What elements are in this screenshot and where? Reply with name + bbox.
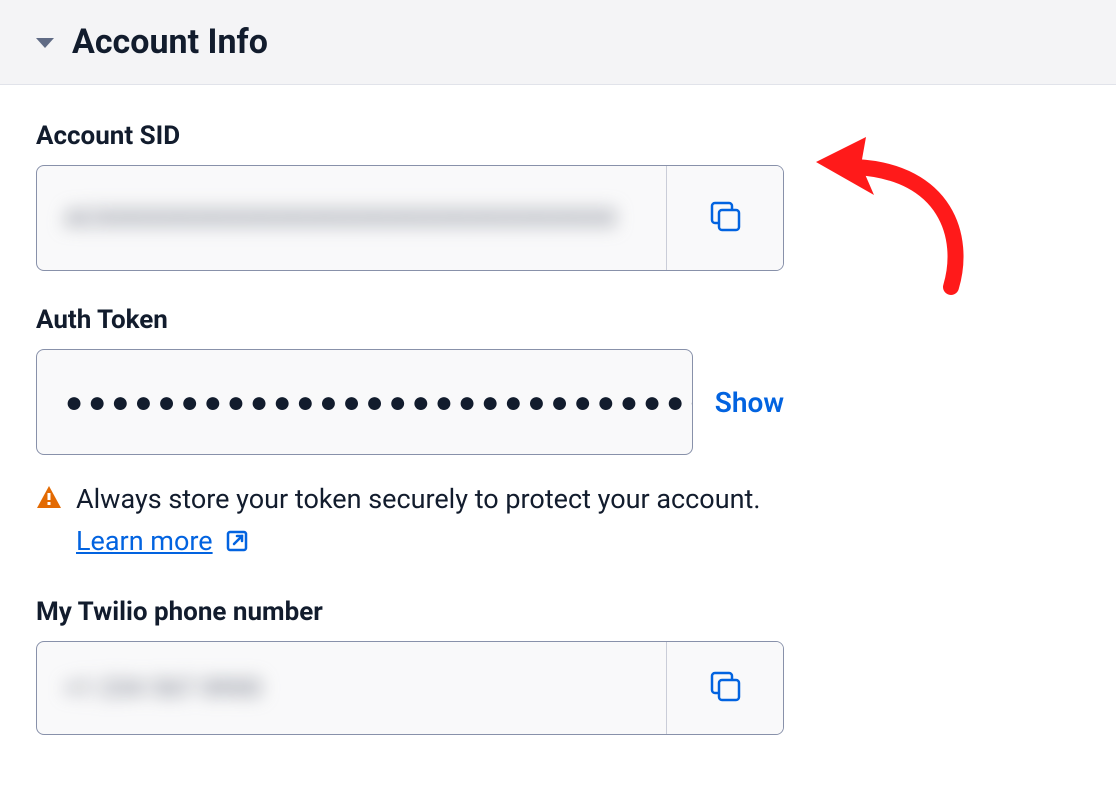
- warning-text: Always store your token securely to prot…: [76, 479, 784, 563]
- account-sid-row: ACXXXXXXXXXXXXXXXXXXXXXXXXXXXXXXXX: [36, 165, 784, 271]
- copy-account-sid-button[interactable]: [667, 166, 783, 270]
- account-sid-label: Account SID: [36, 121, 784, 151]
- copy-phone-button[interactable]: [667, 642, 783, 734]
- warning-text-prefix: Always store your token securely to prot…: [76, 483, 760, 515]
- phone-row: +1 234 567 8900: [36, 641, 784, 735]
- warning-icon: [36, 485, 62, 509]
- auth-token-box: ●●●●●●●●●●●●●●●●●●●●●●●●●●●●●●●●: [36, 349, 693, 455]
- phone-label: My Twilio phone number: [36, 597, 784, 627]
- learn-more-link[interactable]: Learn more: [76, 525, 213, 557]
- account-sid-value[interactable]: ACXXXXXXXXXXXXXXXXXXXXXXXXXXXXXXXX: [37, 166, 667, 270]
- arrow-annotation: [796, 117, 976, 297]
- show-token-button[interactable]: Show: [715, 386, 784, 419]
- account-info-header[interactable]: Account Info: [0, 0, 1116, 85]
- content: Account SID ACXXXXXXXXXXXXXXXXXXXXXXXXXX…: [0, 85, 820, 735]
- account-sid-box: ACXXXXXXXXXXXXXXXXXXXXXXXXXXXXXXXX: [36, 165, 784, 271]
- external-link-icon: [225, 529, 249, 553]
- phone-value[interactable]: +1 234 567 8900: [37, 642, 667, 734]
- phone-box: +1 234 567 8900: [36, 641, 784, 735]
- chevron-down-icon: [36, 38, 54, 48]
- auth-token-value[interactable]: ●●●●●●●●●●●●●●●●●●●●●●●●●●●●●●●●: [37, 350, 693, 454]
- auth-token-label: Auth Token: [36, 305, 784, 335]
- copy-icon: [707, 670, 743, 706]
- auth-token-row: ●●●●●●●●●●●●●●●●●●●●●●●●●●●●●●●● Show: [36, 349, 784, 455]
- token-warning: Always store your token securely to prot…: [36, 479, 784, 563]
- copy-icon: [707, 200, 743, 236]
- header-title: Account Info: [72, 22, 268, 62]
